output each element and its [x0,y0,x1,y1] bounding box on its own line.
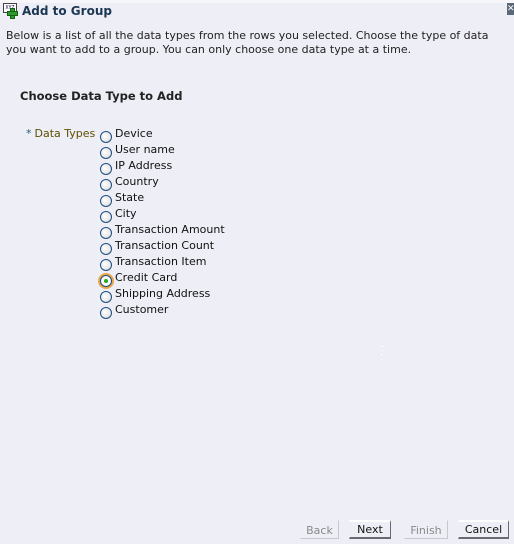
radio-option-transaction-amount[interactable]: Transaction Amount [100,223,225,239]
radio-button[interactable] [100,307,112,319]
radio-label: Country [115,175,159,188]
data-types-label-text: Data Types [34,127,96,140]
radio-label: User name [115,143,175,156]
radio-option-shipping-address[interactable]: Shipping Address [100,287,225,303]
dialog-title: Add to Group [22,4,112,18]
section-title: Choose Data Type to Add [20,89,183,103]
radio-button[interactable] [100,291,112,303]
radio-button[interactable] [100,259,112,271]
radio-option-ip-address[interactable]: IP Address [100,159,225,175]
radio-label: Credit Card [115,271,178,284]
title-bar: XYZ Add to Group [3,2,112,20]
add-to-group-dialog: XYZ Add to Group ✕ Below is a list of al… [0,0,514,544]
radio-option-customer[interactable]: Customer [100,303,225,319]
instructions-text: Below is a list of all the data types fr… [6,29,489,56]
required-marker: * [26,127,32,140]
data-types-label: * Data Types [26,127,95,140]
radio-button[interactable] [100,195,112,207]
close-icon[interactable]: ✕ [507,3,514,15]
radio-button[interactable] [100,179,112,191]
radio-label: Customer [115,303,169,316]
radio-label: Transaction Item [115,255,207,268]
radio-option-credit-card[interactable]: Credit Card [100,271,225,287]
radio-option-transaction-count[interactable]: Transaction Count [100,239,225,255]
radio-option-country[interactable]: Country [100,175,225,191]
radio-button[interactable] [100,227,112,239]
radio-option-city[interactable]: City [100,207,225,223]
radio-button[interactable] [100,147,112,159]
add-to-group-icon: XYZ [3,3,19,19]
radio-label: Shipping Address [115,287,211,300]
radio-label: IP Address [115,159,173,172]
radio-label: State [115,191,145,204]
finish-button[interactable]: Finish [404,520,448,539]
radio-option-transaction-item[interactable]: Transaction Item [100,255,225,271]
data-types-radio-group: Device User name IP Address Country Stat… [100,127,225,319]
radio-label: Device [115,127,153,140]
radio-button[interactable] [100,131,112,143]
radio-button[interactable] [100,163,112,175]
cancel-button[interactable]: Cancel [458,520,509,539]
radio-button[interactable] [100,211,112,223]
radio-button[interactable] [100,243,112,255]
radio-button-selected[interactable] [100,275,112,287]
cursor-artifact [378,343,392,363]
radio-label: City [115,207,137,220]
radio-label: Transaction Amount [115,223,225,236]
radio-option-user-name[interactable]: User name [100,143,225,159]
radio-option-state[interactable]: State [100,191,225,207]
back-button[interactable]: Back [300,520,339,539]
radio-label: Transaction Count [115,239,215,252]
plus-icon [7,8,18,19]
next-button[interactable]: Next [349,520,391,539]
radio-option-device[interactable]: Device [100,127,225,143]
